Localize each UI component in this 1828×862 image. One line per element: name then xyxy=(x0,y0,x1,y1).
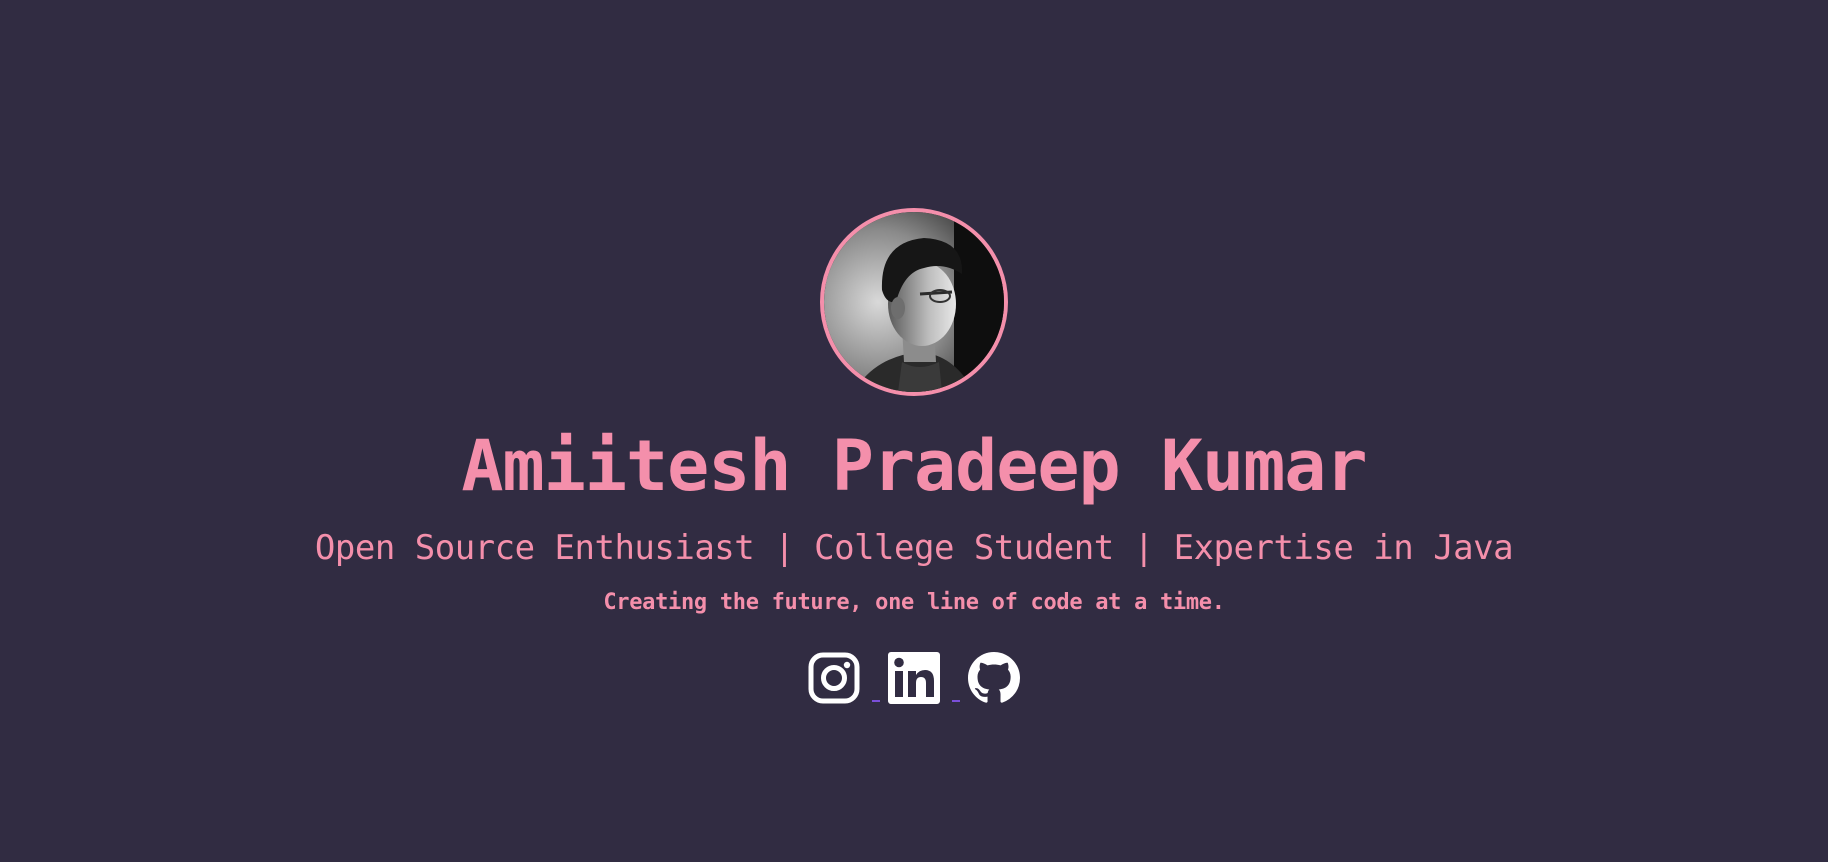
linkedin-icon xyxy=(888,652,940,704)
hero-section: Amiitesh Pradeep Kumar Open Source Enthu… xyxy=(0,0,1828,862)
profile-motto: Creating the future, one line of code at… xyxy=(603,590,1225,615)
linkedin-link[interactable] xyxy=(888,652,968,704)
profile-name: Amiitesh Pradeep Kumar xyxy=(461,425,1367,507)
social-links xyxy=(808,652,1020,704)
github-link[interactable] xyxy=(968,652,1020,704)
avatar xyxy=(820,208,1008,396)
instagram-link[interactable] xyxy=(808,652,888,704)
link-underline xyxy=(940,700,968,702)
avatar-photo xyxy=(824,212,1004,392)
instagram-icon xyxy=(808,652,860,704)
profile-tagline: Open Source Enthusiast | College Student… xyxy=(314,528,1514,568)
link-underline xyxy=(860,700,888,702)
github-icon xyxy=(968,652,1020,703)
